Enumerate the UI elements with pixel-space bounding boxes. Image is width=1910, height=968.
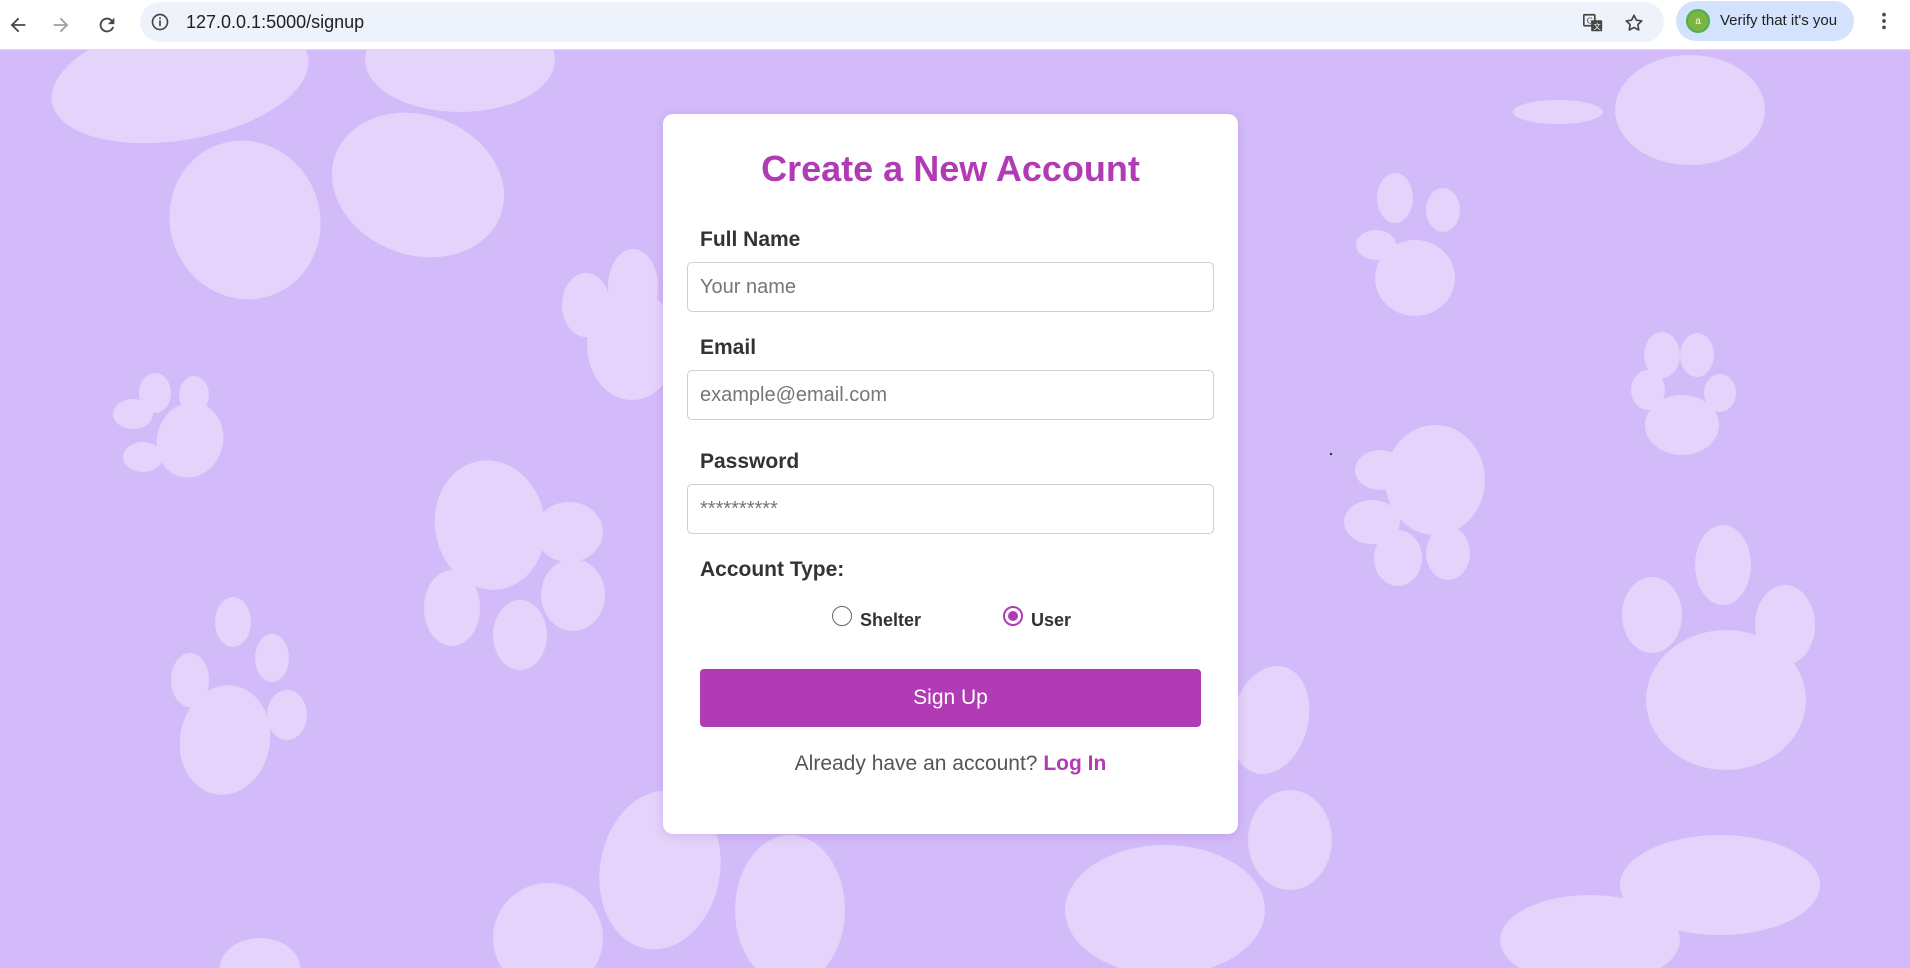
login-prompt-text: Already have an account?: [794, 752, 1038, 775]
radio-option-user[interactable]: User: [1003, 602, 1071, 630]
radio-option-shelter[interactable]: Shelter: [832, 602, 921, 630]
profile-verify-chip[interactable]: a Verify that it's you: [1676, 1, 1854, 41]
email-input[interactable]: [687, 370, 1214, 420]
reload-button[interactable]: [89, 8, 125, 42]
page-title: Create a New Account: [761, 148, 1140, 189]
verify-label: Verify that it's you: [1720, 12, 1838, 29]
shelter-radio[interactable]: [832, 606, 852, 626]
translate-icon[interactable]: G 文: [1580, 10, 1606, 36]
email-label: Email: [700, 336, 757, 359]
full-name-label: Full Name: [700, 228, 801, 251]
reload-icon: [99, 17, 115, 33]
shelter-radio-label[interactable]: Shelter: [860, 610, 921, 631]
password-input[interactable]: [687, 484, 1214, 534]
more-menu-icon[interactable]: [1870, 6, 1898, 36]
user-radio-label[interactable]: User: [1031, 610, 1071, 631]
log-in-link[interactable]: Log In: [1043, 752, 1106, 775]
bookmark-star-icon[interactable]: [1621, 10, 1647, 36]
full-name-input[interactable]: [687, 262, 1214, 312]
browser-toolbar: 127.0.0.1:5000/signup G 文 a Verify that …: [0, 0, 1910, 50]
forward-button[interactable]: [43, 8, 79, 42]
url-text[interactable]: 127.0.0.1:5000/signup: [186, 12, 364, 33]
back-arrow-icon: [10, 17, 26, 33]
svg-text:文: 文: [1593, 22, 1601, 31]
profile-avatar-icon: a: [1686, 9, 1710, 33]
forward-arrow-icon: [53, 17, 69, 33]
signup-card: Create a New Account Full Name Email Pas…: [663, 114, 1238, 834]
user-radio[interactable]: [1003, 606, 1023, 626]
address-bar[interactable]: 127.0.0.1:5000/signup G 文: [140, 2, 1664, 42]
site-info-icon[interactable]: [148, 10, 172, 34]
account-type-label: Account Type:: [700, 558, 845, 581]
sign-up-button[interactable]: Sign Up: [700, 669, 1201, 727]
page-viewport: Create a New Account Full Name Email Pas…: [0, 50, 1910, 968]
login-prompt: Already have an account? Log In: [663, 752, 1238, 776]
password-label: Password: [700, 450, 800, 473]
back-button[interactable]: [0, 8, 36, 42]
stray-dot: [1329, 452, 1333, 456]
